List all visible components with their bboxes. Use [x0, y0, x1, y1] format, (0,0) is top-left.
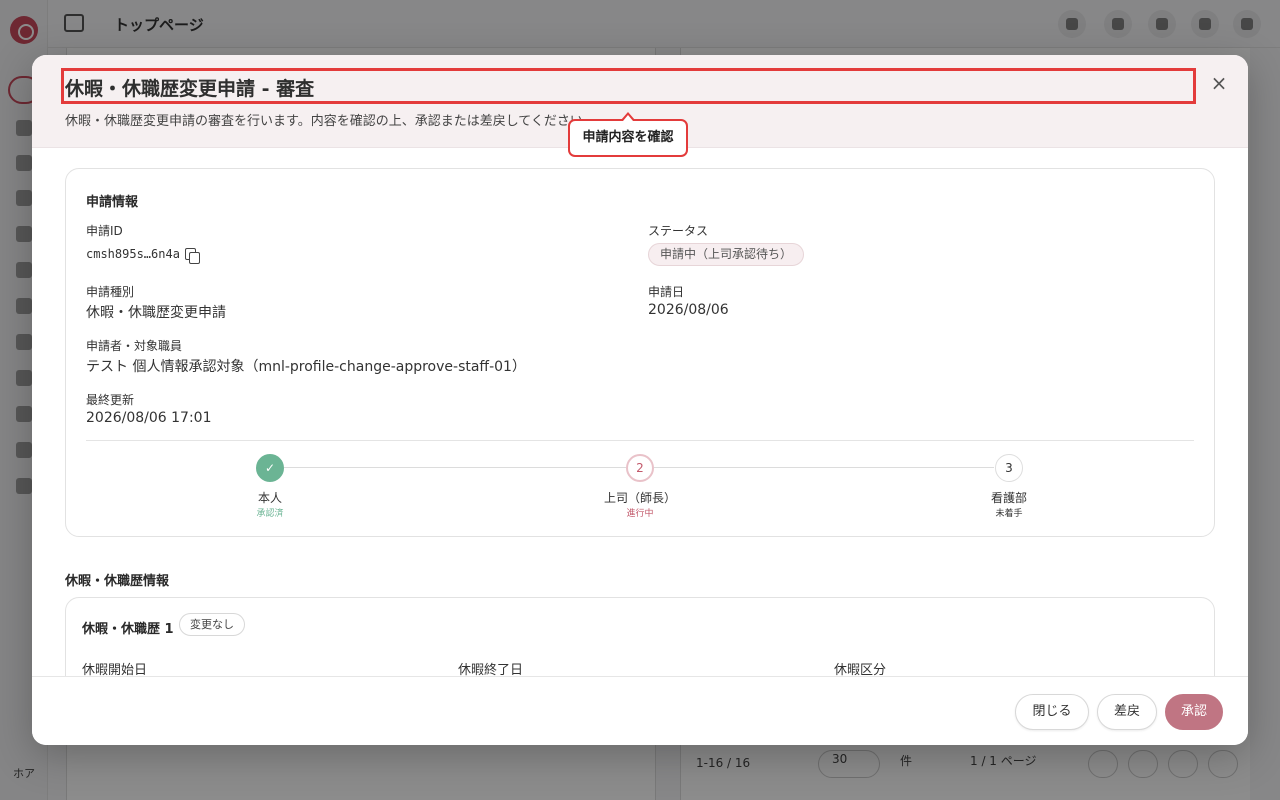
callout-arrow-inner — [623, 115, 633, 121]
application-date-value: 2026/08/06 — [648, 302, 729, 318]
leave-start-label: 休暇開始日 — [82, 663, 148, 676]
step-connector — [284, 467, 626, 468]
leave-history-card-title: 休暇・休職歴 1 — [82, 622, 174, 637]
step-3-name: 看護部 — [990, 491, 1027, 505]
step-2-marker: 2 — [626, 454, 654, 482]
step-1-status: 承認済 — [256, 509, 284, 519]
close-button[interactable]: 閉じる — [1015, 694, 1089, 730]
step-1-name: 本人 — [257, 491, 282, 505]
leave-history-section-title: 休暇・休職歴情報 — [65, 574, 170, 589]
divider — [86, 440, 1194, 441]
application-date-label: 申請日 — [648, 285, 685, 299]
leave-end-label: 休暇終了日 — [458, 663, 524, 676]
card-title: 申請情報 — [86, 195, 139, 210]
review-callout: 申請内容を確認 — [568, 119, 688, 157]
step-2-status: 進行中 — [626, 509, 654, 519]
copy-icon[interactable] — [185, 248, 200, 264]
status-badge: 申請中（上司承認待ち） — [648, 243, 805, 266]
step-3-marker: 3 — [995, 454, 1023, 482]
modal-footer: 閉じる 差戻 承認 — [32, 676, 1248, 745]
last-updated-value: 2026/08/06 17:01 — [86, 410, 212, 426]
step-2-name: 上司（師長） — [603, 491, 676, 505]
step-3-status: 未着手 — [995, 509, 1023, 519]
step-1-check-icon: ✓ — [256, 454, 284, 482]
modal-title: 休暇・休職歴変更申請 - 審査 — [65, 78, 315, 100]
applicant-label: 申請者・対象職員 — [86, 339, 183, 353]
close-icon[interactable]: × — [1208, 73, 1230, 95]
modal-body[interactable]: 申請情報 申請ID cmsh895s…6n4a ステータス 申請中（上司承認待ち… — [32, 148, 1248, 676]
no-change-tag: 変更なし — [179, 613, 245, 636]
application-type-label: 申請種別 — [86, 285, 135, 299]
last-updated-label: 最終更新 — [86, 393, 135, 407]
step-connector — [654, 467, 994, 468]
status-label: ステータス — [648, 224, 709, 238]
modal-description: 休暇・休職歴変更申請の審査を行います。内容を確認の上、承認または差戻してください… — [65, 114, 596, 129]
applicant-value: テスト 個人情報承認対象（mnl-profile-change-approve-… — [86, 359, 526, 375]
application-info-card: 申請情報 申請ID cmsh895s…6n4a ステータス 申請中（上司承認待ち… — [65, 168, 1215, 537]
review-modal: 休暇・休職歴変更申請 - 審査 休暇・休職歴変更申請の審査を行います。内容を確認… — [32, 55, 1248, 745]
application-type-value: 休暇・休職歴変更申請 — [86, 305, 226, 321]
leave-history-card: 休暇・休職歴 1 変更なし 休暇開始日 休暇終了日 休暇区分 — [65, 597, 1215, 676]
approve-button[interactable]: 承認 — [1165, 694, 1223, 730]
application-id-label: 申請ID — [86, 224, 123, 238]
application-id-value: cmsh895s…6n4a — [86, 247, 180, 261]
leave-type-label: 休暇区分 — [834, 663, 887, 676]
return-button[interactable]: 差戻 — [1097, 694, 1157, 730]
